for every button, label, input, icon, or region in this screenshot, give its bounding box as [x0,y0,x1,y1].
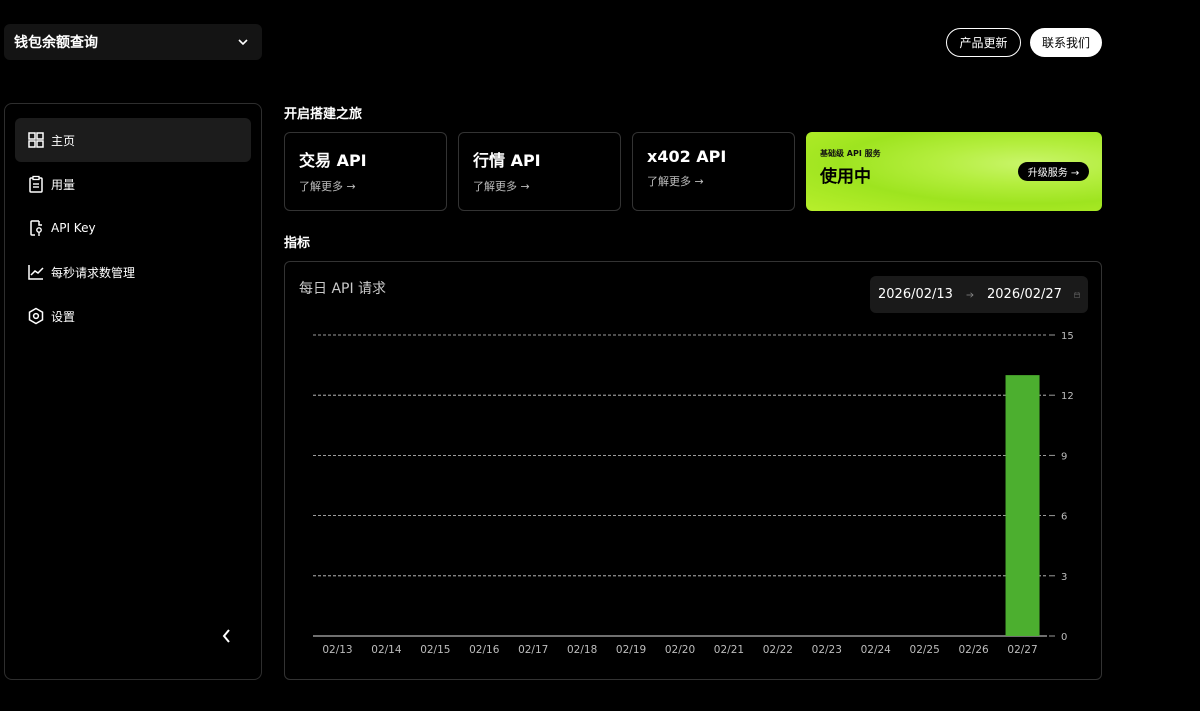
x-tick-label: 02/13 [322,644,352,656]
x-tick-label: 02/25 [910,644,940,656]
wallet-selector[interactable]: 钱包余额查询 [4,24,262,60]
sidebar-item-rps-management[interactable]: 每秒请求数管理 [15,250,251,294]
sidebar-item-home[interactable]: 主页 [15,118,251,162]
learn-more-link[interactable]: 了解更多 → [473,178,606,194]
trend-icon [28,265,44,280]
hexagon-settings-icon [28,307,44,325]
contact-us-button[interactable]: 联系我们 [1030,28,1102,57]
x-tick-label: 02/24 [861,644,892,656]
sidebar-item-label: 设置 [51,309,76,324]
x-tick-label: 02/23 [812,644,842,656]
sidebar-item-label: 用量 [51,177,76,192]
x-tick-label: 02/18 [567,644,597,656]
y-tick-label: 3 [1061,572,1067,583]
y-tick-label: 9 [1061,451,1067,462]
x-tick-label: 02/16 [469,644,500,656]
key-doc-icon [30,220,42,236]
x-tick-label: 02/14 [371,644,402,656]
learn-more-link[interactable]: 了解更多 → [299,178,432,194]
card-title: 行情 API [473,151,541,170]
y-tick-label: 0 [1061,632,1067,643]
section-title-metrics: 指标 [284,236,311,251]
wallet-name: 钱包余额查询 [14,35,98,51]
clipboard-icon [29,175,43,193]
x-tick-label: 02/15 [420,644,450,656]
x-tick-label: 02/26 [958,644,989,656]
sidebar-item-usage[interactable]: 用量 [15,162,251,206]
y-tick-label: 15 [1061,331,1074,342]
grid-icon [28,132,44,148]
sidebar-item-settings[interactable]: 设置 [15,294,251,338]
sidebar-item-label: API Key [51,221,96,235]
plan-tier-label: 基础级 API 服务 [820,149,881,158]
section-title-journey: 开启搭建之旅 [284,107,363,122]
bar-02-27[interactable] [1005,375,1040,636]
sidebar-item-label: 主页 [51,133,76,148]
x-tick-label: 02/20 [665,644,695,656]
card-title: 交易 API [299,151,367,170]
plan-status-card: 基础级 API 服务 使用中 升级服务 → [806,132,1102,211]
sidebar-item-api-key[interactable]: API Key [15,206,251,250]
y-tick-label: 12 [1061,391,1074,402]
sidebar-item-label: 每秒请求数管理 [51,265,136,280]
x-tick-label: 02/19 [616,644,646,656]
market-api-card[interactable]: 行情 API 了解更多 → [458,132,621,211]
card-title: x402 API [647,147,727,166]
upgrade-service-button[interactable]: 升级服务 → [1018,162,1089,181]
product-updates-button[interactable]: 产品更新 [946,28,1021,57]
x402-api-card[interactable]: x402 API 了解更多 → [632,132,795,211]
collapse-sidebar-icon[interactable] [217,626,237,646]
x-tick-label: 02/21 [714,644,744,656]
trading-api-card[interactable]: 交易 API 了解更多 → [284,132,447,211]
x-tick-label: 02/17 [518,644,548,656]
learn-more-link[interactable]: 了解更多 → [647,173,780,189]
chevron-down-icon [238,39,248,46]
x-tick-label: 02/27 [1007,644,1037,656]
sidebar: 主页 用量 API Key 每秒请求数管理 设置 [4,103,262,680]
daily-requests-chart: 0 3 6 9 12 15 02/13 02/14 02/15 02/16 02/17 02/18 02… [313,331,1074,656]
y-tick-label: 6 [1061,512,1067,523]
x-tick-label: 02/22 [763,644,793,656]
metrics-panel: 每日 API 请求 2026/02/13 2026/02/27 0 3 6 9 12 15… [284,261,1102,680]
